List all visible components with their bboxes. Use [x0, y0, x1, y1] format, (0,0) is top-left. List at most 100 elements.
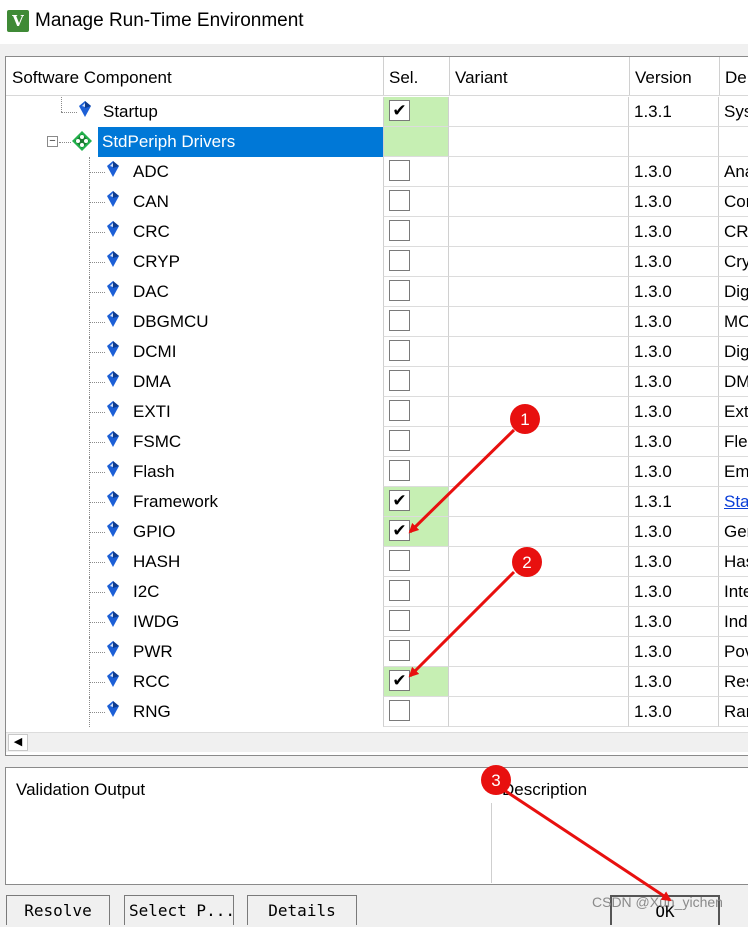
sel-cell: [383, 337, 449, 367]
select-checkbox[interactable]: [389, 460, 410, 481]
select-checkbox[interactable]: [389, 610, 410, 631]
sel-cell: [383, 217, 449, 247]
description-cell: Cry: [719, 247, 748, 277]
select-checkbox[interactable]: [389, 700, 410, 721]
component-row[interactable]: ADC 1.3.0Ana: [6, 157, 748, 187]
component-icon: [106, 161, 120, 177]
window-title: Manage Run-Time Environment: [35, 10, 304, 31]
description-cell: MC: [719, 307, 748, 337]
component-icon: [106, 431, 120, 447]
version-cell: 1.3.0: [629, 187, 719, 217]
column-header-component[interactable]: Software Component: [6, 65, 383, 97]
sel-cell: [383, 247, 449, 277]
description-cell[interactable]: Sta: [719, 487, 748, 517]
component-row[interactable]: CAN 1.3.0Cor: [6, 187, 748, 217]
component-row[interactable]: CRYP 1.3.0 Cry: [6, 247, 748, 277]
version-cell: 1.3.0: [629, 607, 719, 637]
select-checkbox[interactable]: [389, 550, 410, 571]
horizontal-scrollbar[interactable]: ◀: [6, 732, 748, 752]
column-header-version[interactable]: Version: [629, 65, 719, 97]
component-row[interactable]: EXTI 1.3.0 Ext: [6, 397, 748, 427]
select-checkbox[interactable]: [389, 400, 410, 421]
select-checkbox[interactable]: [389, 280, 410, 301]
sel-cell: [383, 367, 449, 397]
select-checkbox[interactable]: [389, 310, 410, 331]
version-cell: 1.3.0: [629, 547, 719, 577]
version-cell: 1.3.0: [629, 367, 719, 397]
sel-cell: [383, 607, 449, 637]
component-row[interactable]: IWDG 1.3.0 Ind: [6, 607, 748, 637]
component-row[interactable]: FSMC 1.3.0 Fle: [6, 427, 748, 457]
variant-cell: [449, 577, 629, 607]
sel-cell: [383, 457, 449, 487]
component-icon: [106, 551, 120, 567]
component-label: DCMI: [133, 342, 177, 361]
select-checkbox[interactable]: [389, 640, 410, 661]
component-label: DMA: [133, 372, 171, 391]
component-row[interactable]: PWR 1.3.0Pov: [6, 637, 748, 667]
variant-cell: [449, 337, 629, 367]
select-checkbox[interactable]: [389, 340, 410, 361]
variant-cell: [449, 607, 629, 637]
description-cell: Ana: [719, 157, 748, 187]
component-label: FSMC: [133, 432, 182, 451]
component-row[interactable]: DAC 1.3.0 Dig: [6, 277, 748, 307]
select-checkbox[interactable]: [389, 220, 410, 241]
component-row[interactable]: − StdPeriph Drivers: [6, 127, 748, 157]
description-link[interactable]: Sta: [724, 492, 748, 511]
column-header-description[interactable]: De: [719, 65, 748, 97]
title-bar: V Manage Run-Time Environment: [0, 0, 748, 44]
component-row[interactable]: HASH 1.3.0Has: [6, 547, 748, 577]
component-icon: [106, 671, 120, 687]
column-header-variant[interactable]: Variant: [449, 65, 629, 97]
component-row[interactable]: Framework ✔ 1.3.1 Sta: [6, 487, 748, 517]
variant-cell: [449, 397, 629, 427]
component-row[interactable]: Startup ✔ 1.3.1Sys: [6, 97, 748, 127]
select-checkbox[interactable]: [389, 160, 410, 181]
select-checkbox[interactable]: ✔: [389, 520, 410, 541]
version-cell: 1.3.0: [629, 457, 719, 487]
sel-cell: [383, 187, 449, 217]
component-row[interactable]: DCMI 1.3.0 Dig: [6, 337, 748, 367]
component-row[interactable]: DMA 1.3.0 DM: [6, 367, 748, 397]
component-label: CRC: [133, 222, 170, 241]
description-cell: Cor: [719, 187, 748, 217]
description-cell: Ger: [719, 517, 748, 547]
select-checkbox[interactable]: [389, 430, 410, 451]
component-row[interactable]: I2C 1.3.0Inte: [6, 577, 748, 607]
component-label: RCC: [133, 672, 170, 691]
description-cell: CRC: [719, 217, 748, 247]
version-cell: 1.3.0: [629, 667, 719, 697]
description-label: Description: [502, 780, 588, 799]
scroll-left-arrow-icon[interactable]: ◀: [8, 734, 28, 751]
component-row[interactable]: CRC1.3.0CRC: [6, 217, 748, 247]
select-checkbox[interactable]: [389, 250, 410, 271]
description-cell: Sys: [719, 97, 748, 127]
component-row[interactable]: Flash 1.3.0 Em: [6, 457, 748, 487]
select-checkbox[interactable]: [389, 580, 410, 601]
variant-cell: [449, 487, 629, 517]
component-label: Startup: [103, 102, 158, 121]
component-icon: [106, 581, 120, 597]
select-checkbox[interactable]: [389, 370, 410, 391]
version-cell: 1.3.1: [629, 487, 719, 517]
variant-cell: [449, 307, 629, 337]
variant-cell: [449, 187, 629, 217]
version-cell: 1.3.0: [629, 517, 719, 547]
select-checkbox[interactable]: [389, 190, 410, 211]
component-icon: [106, 311, 120, 327]
sel-cell: [383, 547, 449, 577]
select-checkbox[interactable]: ✔: [389, 490, 410, 511]
column-header-sel[interactable]: Sel.: [383, 65, 449, 97]
component-row[interactable]: RNG 1.3.0Ran: [6, 697, 748, 727]
description-cell: Ran: [719, 697, 748, 727]
component-row[interactable]: GPIO ✔ 1.3.0Ger: [6, 517, 748, 547]
select-checkbox[interactable]: ✔: [389, 670, 410, 691]
component-row[interactable]: DBGMCU 1.3.0 MC: [6, 307, 748, 337]
collapse-toggle-icon[interactable]: −: [47, 136, 58, 147]
sel-cell: ✔: [383, 97, 449, 127]
component-icon: [106, 371, 120, 387]
select-checkbox[interactable]: ✔: [389, 100, 410, 121]
component-row[interactable]: RCC ✔ 1.3.0Res: [6, 667, 748, 697]
component-icon: [78, 101, 92, 117]
